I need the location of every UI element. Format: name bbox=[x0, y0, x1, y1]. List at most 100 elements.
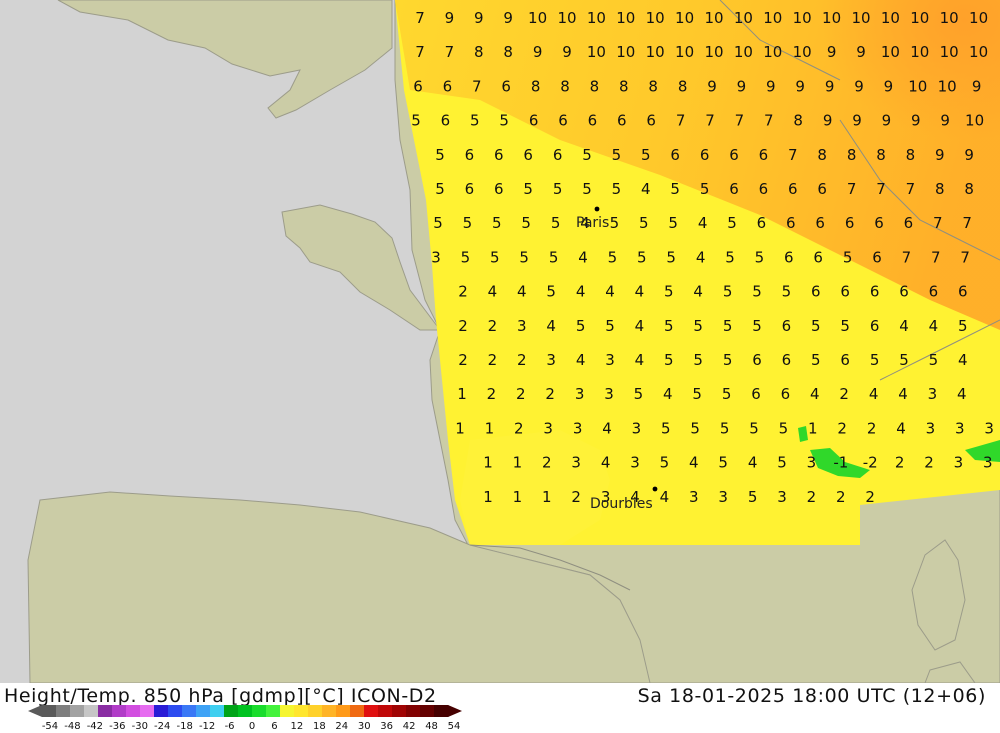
grid-value: 5 bbox=[549, 248, 559, 266]
grid-value: 4 bbox=[605, 283, 615, 301]
grid-value: 2 bbox=[865, 488, 875, 506]
grid-value: 3 bbox=[431, 248, 441, 266]
legend-tick-label: -30 bbox=[132, 721, 148, 732]
legend-swatch bbox=[56, 705, 71, 717]
city-marker bbox=[594, 206, 600, 212]
grid-value: 5 bbox=[433, 214, 443, 232]
grid-value: 6 bbox=[870, 317, 880, 335]
grid-value: 9 bbox=[827, 43, 837, 61]
legend-swatch bbox=[168, 705, 183, 717]
legend-tick-label: 0 bbox=[249, 721, 255, 732]
legend-swatch bbox=[112, 705, 127, 717]
grid-value: 4 bbox=[576, 351, 586, 369]
grid-value: 8 bbox=[531, 77, 541, 95]
grid-value: 5 bbox=[752, 317, 762, 335]
legend-swatch bbox=[280, 705, 295, 717]
grid-value: 1 bbox=[455, 419, 465, 437]
grid-value: 7 bbox=[933, 214, 943, 232]
grid-value: 9 bbox=[795, 77, 805, 95]
grid-value: 6 bbox=[815, 214, 825, 232]
grid-value: 6 bbox=[840, 283, 850, 301]
grid-value: 3 bbox=[632, 419, 642, 437]
grid-value: 7 bbox=[445, 43, 455, 61]
grid-value: 4 bbox=[896, 419, 906, 437]
grid-value: 10 bbox=[587, 43, 606, 61]
grid-value: 10 bbox=[793, 43, 812, 61]
grid-value: 4 bbox=[578, 248, 588, 266]
grid-value: 3 bbox=[926, 419, 936, 437]
grid-value: 10 bbox=[793, 9, 812, 27]
legend-tick-label: 30 bbox=[358, 721, 371, 732]
grid-value: 6 bbox=[929, 283, 939, 301]
legend-tick-label: -36 bbox=[109, 721, 125, 732]
grid-value: 5 bbox=[723, 317, 733, 335]
legend-swatch bbox=[350, 705, 365, 717]
grid-value: 3 bbox=[604, 385, 614, 403]
grid-value: 7 bbox=[676, 112, 686, 130]
grid-value: 5 bbox=[840, 317, 850, 335]
grid-value: 5 bbox=[605, 317, 615, 335]
grid-value: 10 bbox=[763, 43, 782, 61]
grid-value: 6 bbox=[729, 146, 739, 164]
grid-value: 6 bbox=[757, 214, 767, 232]
grid-value: 6 bbox=[786, 214, 796, 232]
grid-value: 5 bbox=[610, 214, 620, 232]
grid-value: 3 bbox=[517, 317, 527, 335]
grid-value: 6 bbox=[529, 112, 539, 130]
legend-swatch bbox=[364, 705, 379, 717]
legend-swatch bbox=[42, 705, 57, 717]
grid-value: 3 bbox=[546, 351, 556, 369]
legend-swatch bbox=[126, 705, 141, 717]
grid-value: 5 bbox=[435, 146, 445, 164]
grid-value: 6 bbox=[494, 146, 504, 164]
grid-value: 9 bbox=[823, 112, 833, 130]
legend-tick-label: 18 bbox=[313, 721, 326, 732]
grid-value: 5 bbox=[553, 180, 563, 198]
legend-swatch bbox=[294, 705, 309, 717]
grid-value: 4 bbox=[488, 283, 498, 301]
grid-value: 10 bbox=[646, 9, 665, 27]
grid-value: 4 bbox=[635, 317, 645, 335]
grid-value: 5 bbox=[612, 180, 622, 198]
legend-tick-label: -24 bbox=[154, 721, 170, 732]
grid-value: 4 bbox=[810, 385, 820, 403]
legend-swatch bbox=[420, 705, 435, 717]
legend-tick-label: 48 bbox=[425, 721, 438, 732]
grid-value: 9 bbox=[911, 112, 921, 130]
grid-value: 8 bbox=[793, 112, 803, 130]
grid-value: 2 bbox=[837, 419, 847, 437]
grid-value: 2 bbox=[924, 454, 934, 472]
city-label: Paris bbox=[576, 215, 609, 231]
grid-value: 10 bbox=[910, 43, 929, 61]
grid-value: 5 bbox=[523, 180, 533, 198]
grid-value: 4 bbox=[929, 317, 939, 335]
legend-swatch bbox=[224, 705, 239, 717]
grid-value: 9 bbox=[972, 77, 982, 95]
grid-value: 7 bbox=[962, 214, 972, 232]
grid-value: 6 bbox=[752, 351, 762, 369]
grid-value: 6 bbox=[588, 112, 598, 130]
city-marker bbox=[652, 486, 658, 492]
legend-tick-label: 6 bbox=[271, 721, 277, 732]
grid-value: 6 bbox=[700, 146, 710, 164]
grid-value: 5 bbox=[749, 419, 759, 437]
grid-value: 1 bbox=[542, 488, 552, 506]
grid-value: 7 bbox=[960, 248, 970, 266]
grid-value: 3 bbox=[573, 419, 583, 437]
grid-value: 3 bbox=[689, 488, 699, 506]
grid-value: 3 bbox=[543, 419, 553, 437]
grid-value: 6 bbox=[904, 214, 914, 232]
grid-value: 5 bbox=[723, 351, 733, 369]
grid-value: 10 bbox=[704, 43, 723, 61]
grid-value: 10 bbox=[938, 77, 957, 95]
legend-swatch bbox=[378, 705, 393, 717]
grid-value: 6 bbox=[899, 283, 909, 301]
grid-value: 3 bbox=[777, 488, 787, 506]
grid-value: 5 bbox=[661, 419, 671, 437]
legend-tick-label: 54 bbox=[448, 721, 461, 732]
grid-value: 5 bbox=[870, 351, 880, 369]
grid-value: 5 bbox=[693, 317, 703, 335]
map-timestamp: Sa 18-01-2025 18:00 UTC (12+06) bbox=[637, 685, 986, 707]
grid-value: 5 bbox=[492, 214, 502, 232]
grid-value: 5 bbox=[435, 180, 445, 198]
